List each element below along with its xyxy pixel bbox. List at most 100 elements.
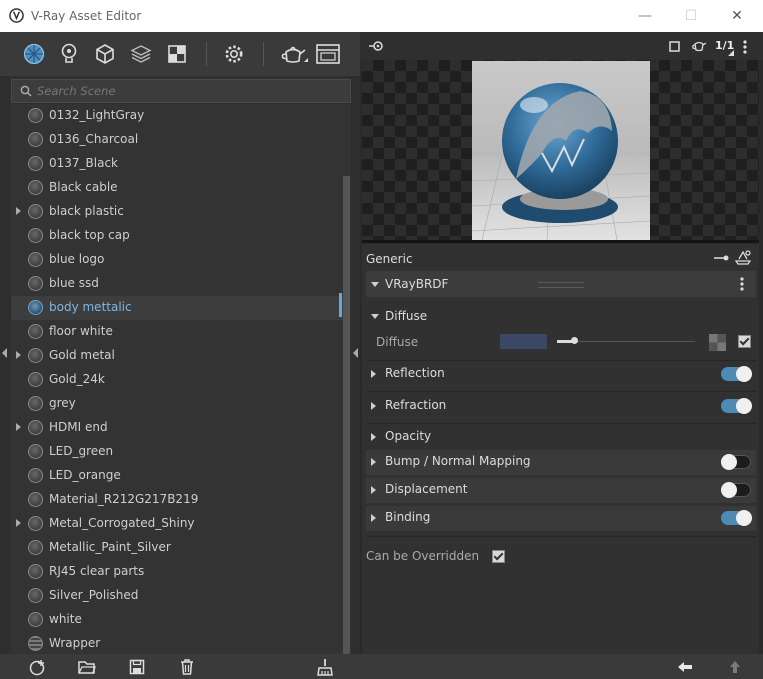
list-item[interactable]: 0132_LightGray [11, 104, 343, 128]
diffuse-color-swatch[interactable] [500, 334, 547, 349]
expand-arrow-icon[interactable] [16, 351, 21, 359]
title-bar: V-Ray Asset Editor — ☐ ✕ [0, 0, 763, 33]
diffuse-enable-checkbox[interactable] [738, 335, 751, 348]
drag-handle[interactable] [538, 282, 584, 288]
material-name: blue ssd [49, 276, 99, 290]
material-name: body mettalic [49, 300, 132, 314]
collapse-list-icon[interactable] [353, 348, 358, 358]
list-item[interactable]: Silver_Polished [11, 584, 343, 608]
section-toggle[interactable] [721, 398, 752, 414]
list-item[interactable]: Wrapper [11, 632, 343, 656]
list-item[interactable]: Black cable [11, 176, 343, 200]
up-arrow-icon[interactable] [726, 658, 744, 676]
section-toggle[interactable] [721, 366, 752, 382]
preview-menu-icon[interactable] [743, 40, 747, 54]
lights-icon[interactable] [55, 40, 83, 68]
materials-icon[interactable] [20, 40, 48, 68]
toggle-knob [736, 510, 752, 526]
settings-icon[interactable] [220, 40, 248, 68]
ratio-dropdown-icon[interactable] [728, 50, 734, 56]
section-displacement[interactable]: Displacement [366, 478, 756, 503]
section-toggle[interactable] [721, 510, 752, 526]
section-refraction[interactable]: Refraction [366, 394, 756, 419]
list-item[interactable]: Material_R212G217B219 [11, 488, 343, 512]
section-bump-normal-mapping[interactable]: Bump / Normal Mapping [366, 450, 756, 475]
list-item[interactable]: LED_green [11, 440, 343, 464]
preview-divider [362, 240, 759, 243]
list-item[interactable]: floor white [11, 320, 343, 344]
back-arrow-icon[interactable] [676, 658, 694, 676]
section-opacity[interactable]: Opacity [366, 425, 756, 450]
list-item[interactable]: RJ45 clear parts [11, 560, 343, 584]
render-elements-icon[interactable] [127, 40, 155, 68]
material-ball-icon [28, 396, 43, 411]
vraybrdf-menu-icon[interactable] [740, 277, 744, 291]
material-ball-icon [28, 444, 43, 459]
section-binding[interactable]: Binding [366, 506, 756, 531]
selection-marker [339, 293, 342, 317]
diffuse-slider-handle[interactable] [571, 337, 578, 344]
list-item[interactable]: Metal_Corrogated_Shiny [11, 512, 343, 536]
expand-arrow-icon [371, 370, 376, 378]
textures-icon[interactable] [163, 40, 191, 68]
add-material-icon[interactable] [28, 658, 46, 676]
frame-buffer-icon[interactable] [313, 40, 343, 68]
list-item[interactable]: white [11, 608, 343, 632]
material-name: HDMI end [49, 420, 108, 434]
can-be-overridden-checkbox[interactable] [492, 550, 505, 563]
list-item[interactable]: HDMI end [11, 416, 343, 440]
maximize-button[interactable]: ☐ [676, 6, 706, 26]
search-input[interactable]: Search Scene [37, 84, 115, 98]
collapse-left-panel-icon[interactable] [2, 348, 7, 358]
open-folder-icon[interactable] [78, 658, 96, 676]
material-name: blue logo [49, 252, 105, 266]
list-item[interactable]: blue logo [11, 248, 343, 272]
section-toggle[interactable] [721, 454, 751, 470]
vraybrdf-header[interactable]: VRayBRDF [366, 271, 756, 297]
expand-arrow-icon [371, 458, 376, 466]
list-item[interactable]: Gold_24k [11, 368, 343, 392]
material-ball-icon [28, 372, 43, 387]
list-scrollbar[interactable] [343, 176, 350, 656]
list-item[interactable]: 0136_Charcoal [11, 128, 343, 152]
expand-arrow-icon[interactable] [16, 519, 21, 527]
texture-slot-icon[interactable] [709, 334, 726, 351]
section-label: Binding [385, 510, 431, 524]
render-teapot-icon[interactable] [276, 40, 310, 68]
list-item[interactable]: Metallic_Paint_Silver [11, 536, 343, 560]
expand-arrow-icon[interactable] [16, 207, 21, 215]
section-label: Bump / Normal Mapping [385, 454, 531, 468]
expand-arrow-icon[interactable] [16, 423, 21, 431]
diffuse-section-label[interactable]: Diffuse [385, 309, 427, 323]
diffuse-collapse-icon[interactable] [371, 314, 379, 319]
preview-teapot-icon[interactable] [691, 39, 707, 53]
list-item[interactable]: black plastic [11, 200, 343, 224]
region-render-icon[interactable] [669, 41, 680, 52]
search-box[interactable]: Search Scene [11, 79, 351, 103]
material-ball-icon [28, 108, 43, 123]
section-reflection[interactable]: Reflection [366, 362, 756, 387]
geometry-icon[interactable] [91, 40, 119, 68]
purge-brush-icon[interactable] [316, 658, 334, 676]
connect-icon[interactable] [714, 252, 730, 264]
section-toggle[interactable] [721, 482, 751, 498]
list-item[interactable]: body mettalic [11, 296, 343, 320]
material-name: Gold_24k [49, 372, 105, 386]
save-icon[interactable] [128, 658, 146, 676]
list-item[interactable]: Gold metal [11, 344, 343, 368]
minimize-button[interactable]: — [630, 6, 660, 26]
delete-icon[interactable] [178, 658, 196, 676]
material-name: 0136_Charcoal [49, 132, 139, 146]
toggle-knob [736, 398, 752, 414]
category-toolbar [0, 32, 360, 76]
material-settings-icon[interactable] [735, 249, 751, 265]
list-item[interactable]: grey [11, 392, 343, 416]
material-name: white [49, 612, 82, 626]
list-item[interactable]: blue ssd [11, 272, 343, 296]
list-item[interactable]: LED_orange [11, 464, 343, 488]
list-item[interactable]: black top cap [11, 224, 343, 248]
close-button[interactable]: ✕ [722, 6, 752, 26]
list-item[interactable]: 0137_Black [11, 152, 343, 176]
pin-icon[interactable] [368, 39, 384, 53]
material-ball-icon [28, 612, 43, 627]
